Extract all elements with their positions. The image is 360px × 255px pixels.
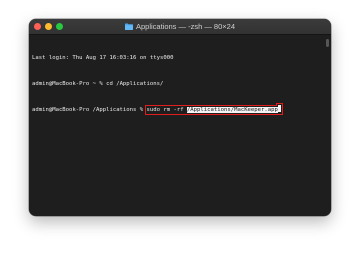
text-cursor — [277, 105, 281, 112]
window-title: Applications — -zsh — 80×24 — [135, 22, 235, 31]
rm-command-line: admin@MacBook-Pro /Applications % sudo r… — [32, 105, 327, 115]
scrollbar[interactable] — [326, 39, 329, 47]
highlighted-command: sudo rm -rf /Applications/MacKeeper.app — [144, 105, 283, 115]
command-text: cd /Applications/ — [106, 80, 164, 87]
terminal-output[interactable]: Last login: Thu Aug 17 16:03:16 on ttys0… — [29, 35, 331, 131]
title-bar[interactable]: Applications — -zsh — 80×24 — [29, 19, 331, 35]
prompt: admin@MacBook-Pro /Applications % — [32, 107, 147, 113]
command-text: sudo rm -rf — [146, 107, 187, 113]
terminal-window: Applications — -zsh — 80×24 Last login: … — [29, 19, 331, 216]
folder-icon — [124, 23, 133, 30]
last-login-line: Last login: Thu Aug 17 16:03:16 on ttys0… — [32, 55, 174, 61]
selected-path: /Applications/MacKeeper.app — [186, 107, 278, 113]
cd-command-line: admin@MacBook-Pro ~ % cd /Applications/ — [32, 80, 327, 89]
prompt: admin@MacBook-Pro ~ % — [32, 80, 107, 87]
window-title-area: Applications — -zsh — 80×24 — [29, 19, 331, 34]
